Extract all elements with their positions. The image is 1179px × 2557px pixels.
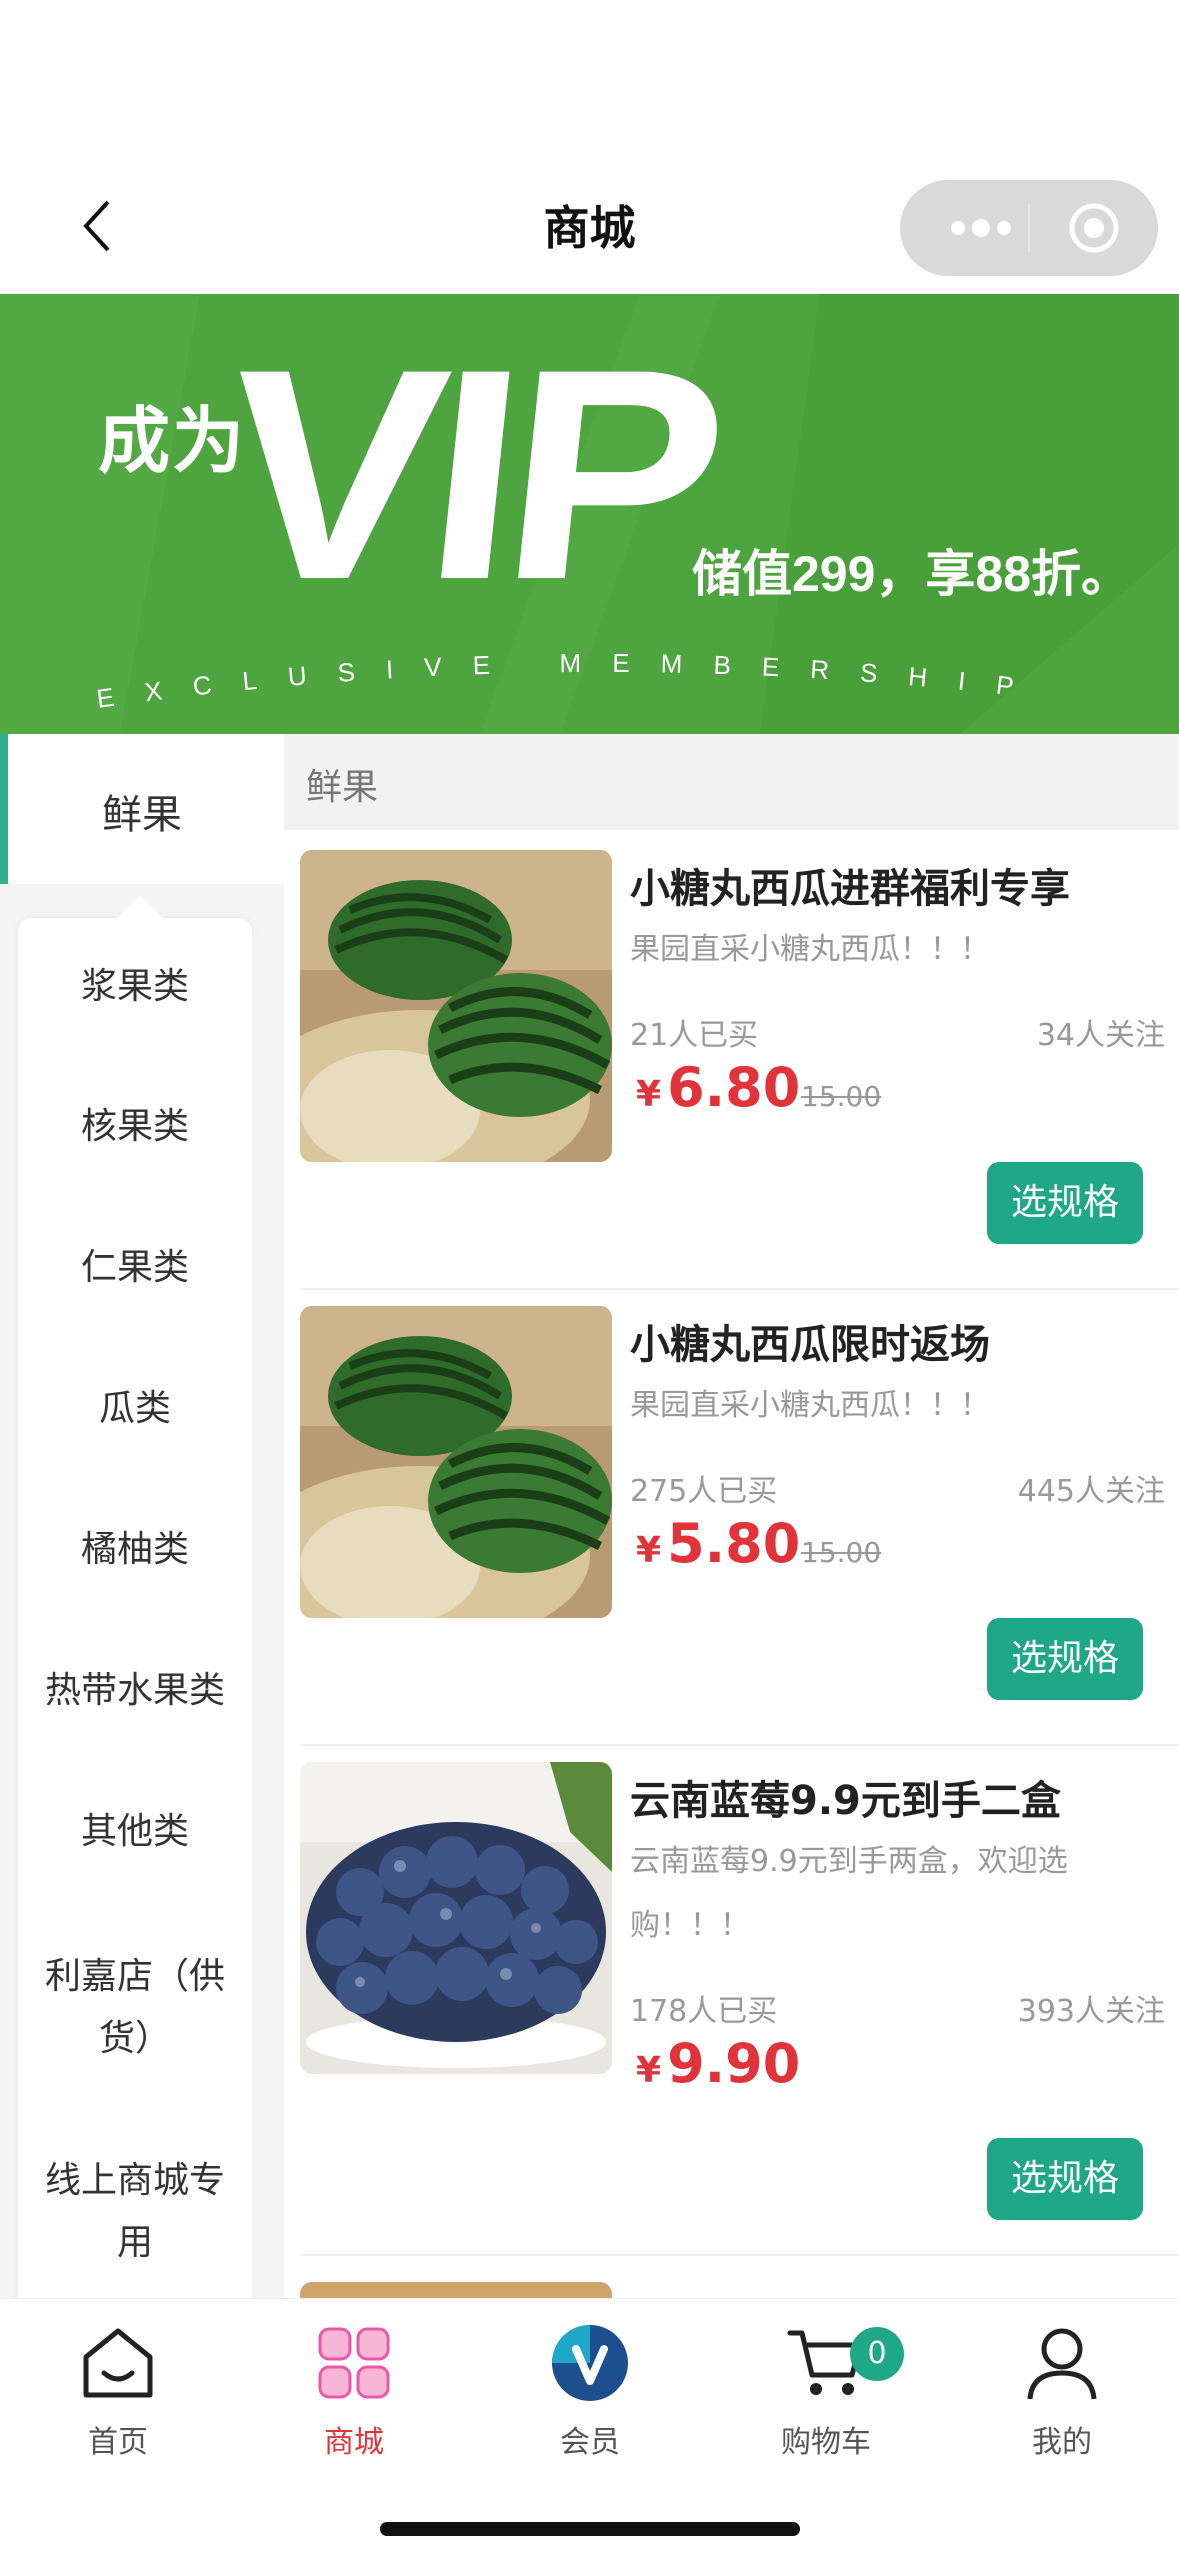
select-spec-button[interactable]: 选规格 — [987, 1618, 1143, 1700]
vip-icon — [550, 2323, 630, 2403]
product-card[interactable]: 小糖丸西瓜限时返场 果园直采小糖丸西瓜！！！ 275人已买 445人关注 ¥5.… — [284, 1290, 1179, 1746]
vip-banner[interactable]: 成为 VIP 储值299，享88折。 EXCLUSIVE MEMBERSHIP — [0, 294, 1179, 734]
sidebar-active-label: 鲜果 — [102, 792, 182, 838]
banner-vip-text: VIP — [209, 306, 729, 642]
banner-exclusive-text: EXCLUSIVE MEMBERSHIP — [95, 648, 1046, 714]
close-mini-program-icon[interactable] — [1068, 202, 1120, 254]
sidebar-item-stone-fruit[interactable]: 核果类 — [18, 1096, 252, 1158]
product-card[interactable]: 云南蓝莓9.9元到手二盒 云南蓝莓9.9元到手两盒，欢迎选购！！！ 178人已买… — [284, 1746, 1179, 2256]
blueberry-image — [300, 1762, 612, 2074]
sidebar-item-berries[interactable]: 浆果类 — [18, 956, 252, 1018]
original-price: 15.00 — [801, 1536, 882, 1569]
select-spec-button[interactable]: 选规格 — [987, 2138, 1143, 2220]
sold-count: 275人已买 — [630, 1474, 778, 1509]
watermelon-image — [300, 1306, 612, 1618]
product-card[interactable]: 小糖丸西瓜进群福利专享 果园直采小糖丸西瓜！！！ 21人已买 34人关注 ¥6.… — [284, 834, 1179, 1290]
product-title[interactable]: 小糖丸西瓜进群福利专享 — [630, 856, 1070, 914]
cart-icon: 0 — [786, 2323, 904, 2403]
sidebar-item-melons[interactable]: 瓜类 — [18, 1378, 252, 1440]
sidebar-item-tropical[interactable]: 热带水果类 — [18, 1660, 252, 1722]
sidebar-item-online-only[interactable]: 线上商城专用 — [18, 2150, 252, 2274]
more-icon[interactable] — [936, 210, 1026, 246]
product-price: ¥6.80 — [636, 1056, 801, 1119]
product-price: ¥5.80 — [636, 1512, 801, 1575]
user-icon — [1022, 2323, 1102, 2403]
sidebar-item-pome-fruit[interactable]: 仁果类 — [18, 1237, 252, 1299]
product-description: 云南蓝莓9.9元到手两盒，欢迎选购！！！ — [630, 1844, 1068, 1943]
grid-icon — [314, 2323, 394, 2403]
tab-cart[interactable]: 0 购物车 — [708, 2323, 944, 2461]
product-description: 果园直采小糖丸西瓜！！！ — [630, 932, 990, 967]
mini-program-capsule — [900, 180, 1158, 276]
sidebar-item-fresh-fruit[interactable]: 鲜果 — [0, 734, 284, 884]
tab-member[interactable]: 会员 — [472, 2323, 708, 2461]
product-title[interactable]: 云南蓝莓9.9元到手二盒 — [630, 1768, 1061, 1826]
home-indicator — [380, 2522, 800, 2536]
follow-count: 34人关注 — [1036, 1018, 1165, 1053]
original-price: 15.00 — [801, 1080, 882, 1113]
sidebar-item-lijia-supply[interactable]: 利嘉店（供 货） — [18, 1946, 252, 2070]
follow-count: 445人关注 — [1017, 1474, 1165, 1509]
tab-home[interactable]: 首页 — [0, 2323, 236, 2461]
product-description: 果园直采小糖丸西瓜！！！ — [630, 1388, 990, 1423]
banner-store-value-text: 储值299，享88折。 — [692, 546, 1132, 602]
cart-badge: 0 — [850, 2327, 904, 2381]
sold-count: 178人已买 — [630, 1994, 778, 2029]
tab-bar: 首页 商城 会员 0 购物车 我的 — [0, 2298, 1179, 2557]
tab-mall[interactable]: 商城 — [236, 2323, 472, 2461]
product-title[interactable]: 小糖丸西瓜限时返场 — [630, 1312, 990, 1370]
tab-profile[interactable]: 我的 — [944, 2323, 1179, 2461]
banner-become-text: 成为 — [98, 402, 247, 482]
sidebar-item-citrus[interactable]: 橘柚类 — [18, 1519, 252, 1581]
sold-count: 21人已买 — [630, 1018, 759, 1053]
category-header: 鲜果 — [284, 734, 1179, 830]
svg-text:EXCLUSIVE MEMBERSHIP: EXCLUSIVE MEMBERSHIP — [95, 648, 1046, 714]
follow-count: 393人关注 — [1017, 1994, 1165, 2029]
select-spec-button[interactable]: 选规格 — [987, 1162, 1143, 1244]
product-price: ¥9.90 — [636, 2032, 801, 2095]
watermelon-image — [300, 850, 612, 1162]
next-product-image — [300, 2282, 612, 2298]
home-icon — [78, 2323, 158, 2403]
sidebar-item-other[interactable]: 其他类 — [18, 1801, 252, 1863]
